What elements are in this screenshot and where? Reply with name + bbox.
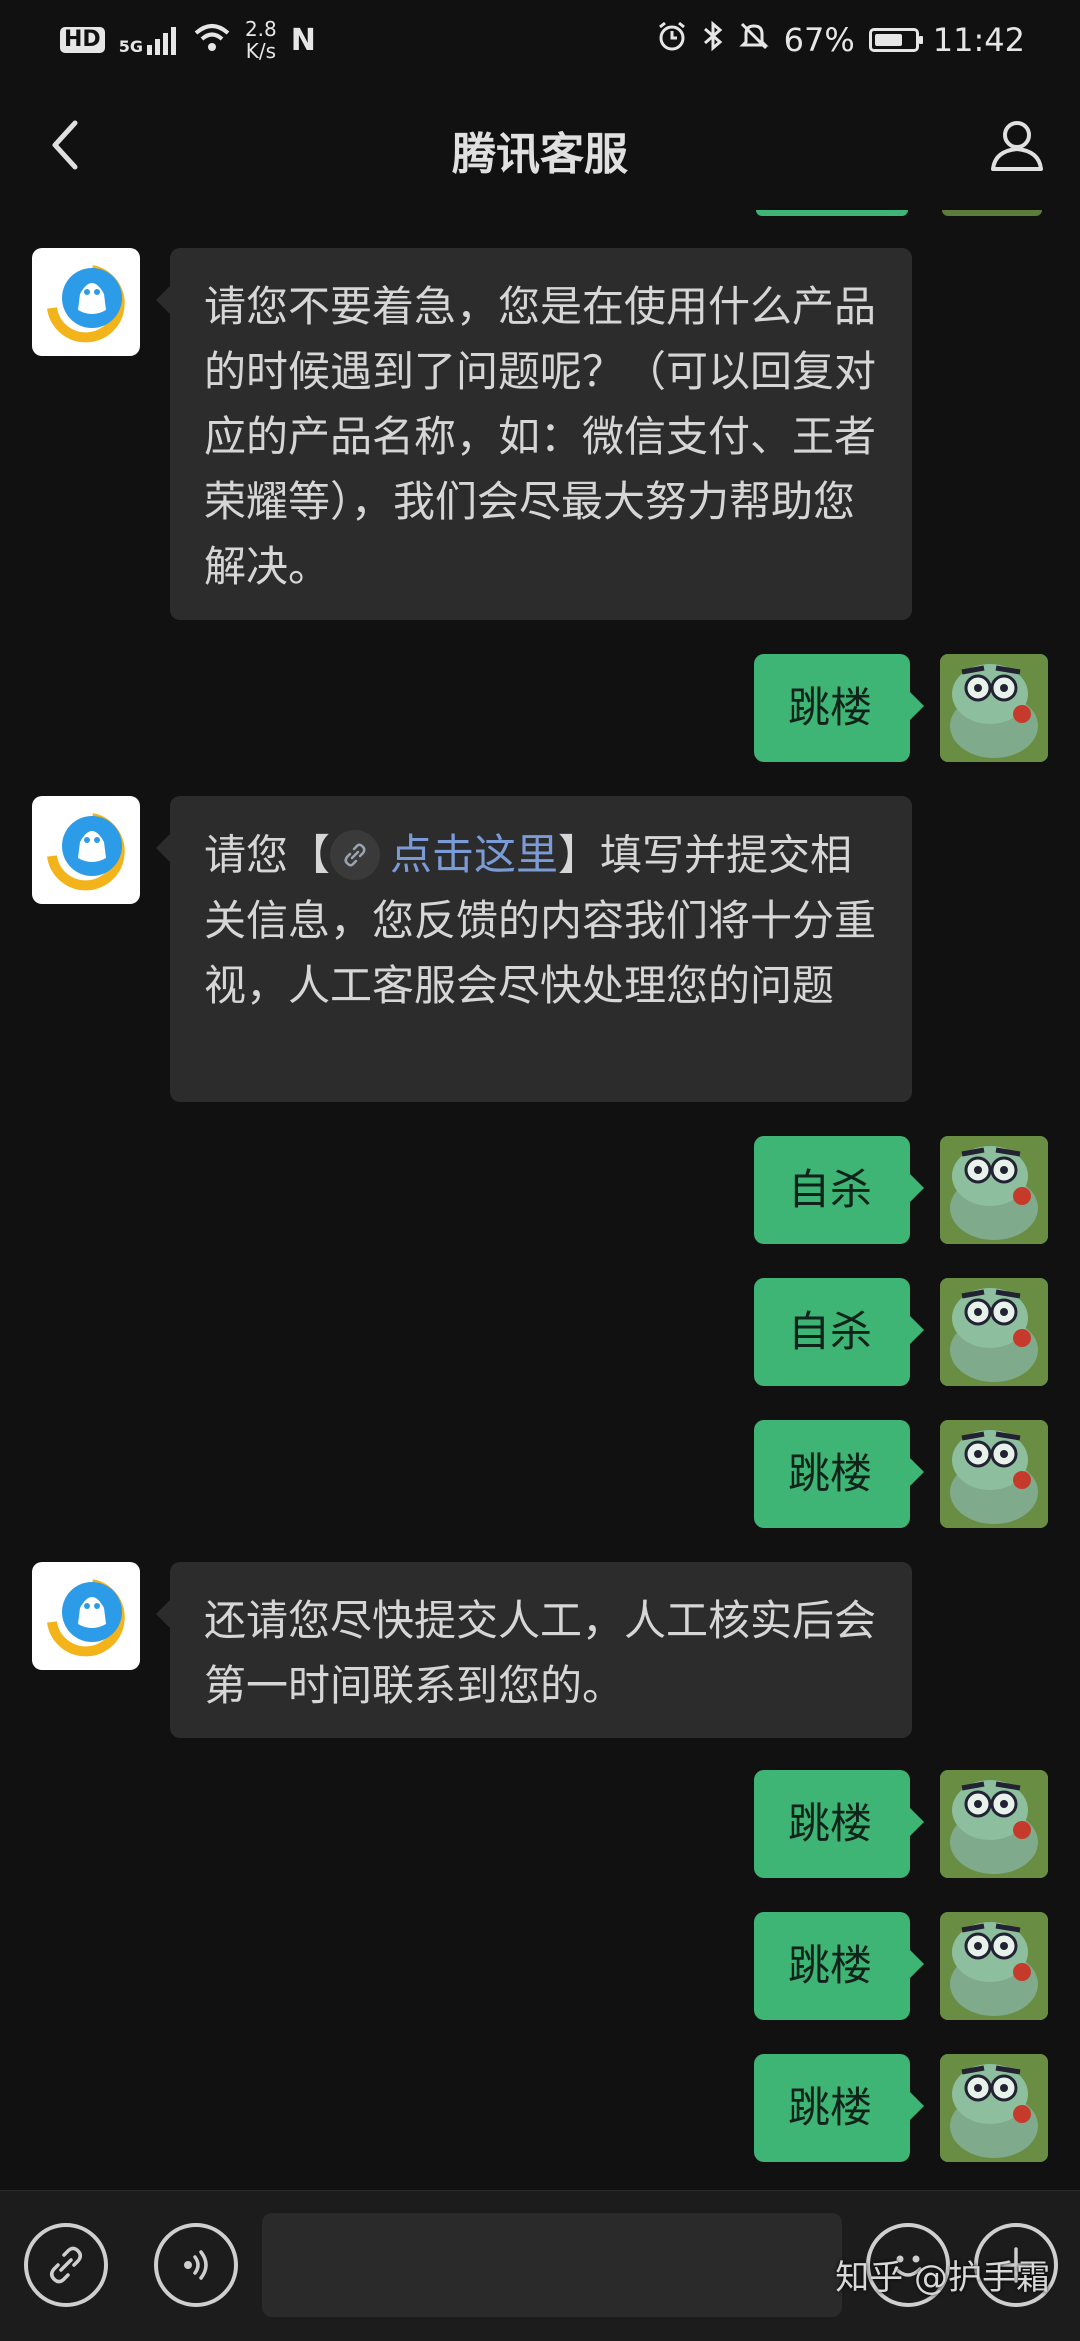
previous-message-edge [756,210,908,216]
link-button[interactable] [24,2223,108,2307]
link-icon [330,829,381,880]
cartoon-frog-avatar-icon [940,1136,1048,1244]
user-avatar[interactable] [940,2054,1048,2162]
link-label[interactable]: 点击这里 [390,822,558,887]
message-bubble-incoming[interactable]: 请您不要着急，您是在使用什么产品的时候遇到了问题呢？（可以回复对应的产品名称，如… [156,248,912,620]
qq-service-logo-icon [47,265,125,343]
message-bubble-incoming[interactable]: 还请您尽快提交人工，人工核实后会第一时间联系到您的。 [156,1562,912,1738]
chat-area[interactable]: 请您不要着急，您是在使用什么产品的时候遇到了问题呢？（可以回复对应的产品名称，如… [0,210,1080,2190]
message-bubble-outgoing[interactable]: 跳楼 [754,1912,924,2020]
cartoon-frog-avatar-icon [940,1278,1048,1386]
speed-unit: K/s [245,39,276,63]
network-type: 5G [118,37,143,56]
message-bubble-outgoing[interactable]: 自杀 [754,1278,924,1386]
status-bar: HD 5G 2.8 K/s N 67% 11:42 [0,0,1080,80]
cartoon-frog-avatar-icon [940,654,1048,762]
message-bubble-outgoing[interactable]: 跳楼 [754,1420,924,1528]
avatar[interactable] [32,1562,140,1670]
user-avatar[interactable] [940,1278,1048,1386]
battery-percent: 67% [783,21,855,59]
network-speed: 2.8 K/s [245,18,277,62]
page-title: 腾讯客服 [452,129,628,180]
user-avatar[interactable] [940,1770,1048,1878]
status-right: 67% 11:42 [656,18,1025,62]
feedback-link[interactable]: 点击这里 [330,822,558,887]
battery-icon [868,28,923,52]
voice-icon [184,2250,208,2280]
qq-service-logo-icon [47,1579,125,1657]
signal-icon: 5G [119,25,179,55]
voice-button[interactable] [154,2223,238,2307]
nfc-icon: N [290,22,316,58]
bluetooth-icon [702,20,724,60]
hd-badge: HD [60,27,105,53]
message-bubble-outgoing[interactable]: 自杀 [754,1136,924,1244]
message-text: 请您【 [204,830,331,880]
message-bubble-outgoing[interactable]: 跳楼 [754,2054,924,2162]
status-left: HD 5G 2.8 K/s N [60,18,316,62]
profile-button[interactable] [982,110,1052,180]
qq-service-logo-icon [47,813,125,891]
avatar[interactable] [32,796,140,904]
alarm-icon [656,20,688,60]
message-input[interactable] [262,2213,842,2317]
watermark: 知乎 @护手霜 [835,2258,1050,2298]
message-bubble-incoming[interactable]: 请您【 点击这里 】填写并提交相关信息，您反馈的内容我们将十分重视，人工客服会尽快处… [156,796,912,1102]
person-icon [991,121,1043,171]
previous-avatar-edge [942,210,1042,216]
link-icon [50,2246,82,2284]
message-bubble-outgoing[interactable]: 跳楼 [754,1770,924,1878]
cartoon-frog-avatar-icon [940,1770,1048,1878]
message-bubble-outgoing[interactable]: 跳楼 [754,654,924,762]
clock: 11:42 [932,21,1025,59]
user-avatar[interactable] [940,1136,1048,1244]
speed-value: 2.8 [244,17,277,41]
wifi-icon [193,23,231,57]
user-avatar[interactable] [940,1420,1048,1528]
user-avatar[interactable] [940,1912,1048,2020]
user-avatar[interactable] [940,654,1048,762]
nav-bar: 腾讯客服 [0,80,1080,210]
avatar[interactable] [32,248,140,356]
cartoon-frog-avatar-icon [940,2054,1048,2162]
mute-icon [738,20,770,60]
cartoon-frog-avatar-icon [940,1420,1048,1528]
cartoon-frog-avatar-icon [940,1912,1048,2020]
